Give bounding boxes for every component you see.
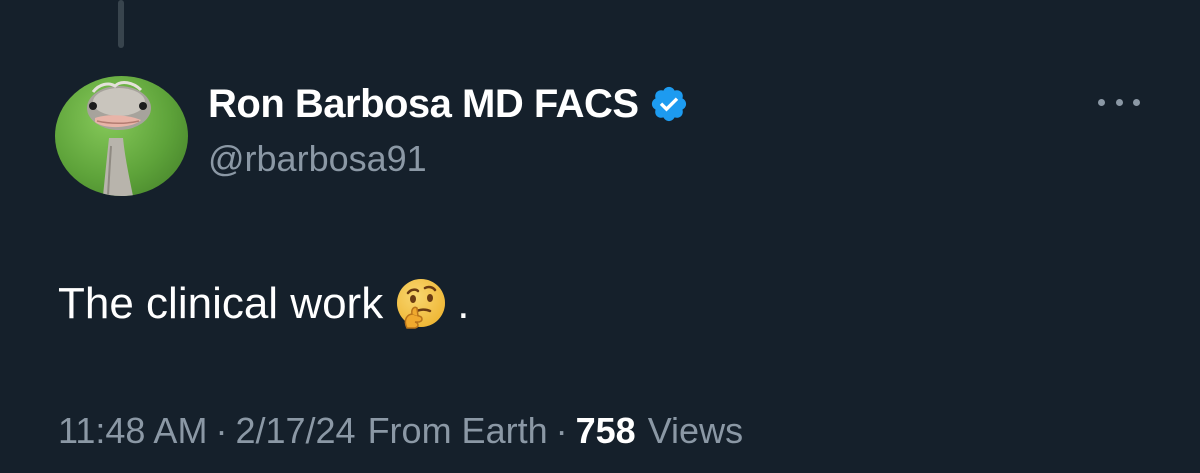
- meta-separator: ·: [215, 410, 228, 451]
- author-name-row[interactable]: Ron Barbosa MD FACS: [208, 80, 689, 128]
- ostrich-avatar-icon: [87, 81, 151, 196]
- thinking-face-emoji-icon: [393, 276, 449, 332]
- verified-badge-icon[interactable]: [649, 84, 689, 124]
- thread-connector-line: [118, 0, 124, 48]
- views-label[interactable]: Views: [648, 410, 743, 452]
- meta-separator: ·: [555, 410, 568, 451]
- tweet-body-text: The clinical work: [58, 279, 384, 328]
- tweet-body-suffix: .: [457, 279, 470, 328]
- more-dot: [1098, 98, 1105, 106]
- tweet-date[interactable]: 2/17/24: [235, 410, 355, 452]
- avatar[interactable]: [55, 76, 188, 196]
- tweet-time[interactable]: 11:48 AM: [58, 410, 207, 452]
- display-name[interactable]: Ron Barbosa MD FACS: [208, 82, 639, 127]
- tweet-meta: 11:48 AM · 2/17/24 From Earth · 758 View…: [58, 410, 743, 452]
- tweet-text: The clinical work .: [58, 276, 469, 332]
- views-count[interactable]: 758: [576, 410, 636, 452]
- tweet-location: From Earth: [367, 410, 548, 451]
- more-dot: [1133, 98, 1140, 106]
- author-handle[interactable]: @rbarbosa91: [208, 138, 427, 180]
- more-options-icon[interactable]: [1098, 90, 1140, 114]
- more-dot: [1115, 98, 1123, 106]
